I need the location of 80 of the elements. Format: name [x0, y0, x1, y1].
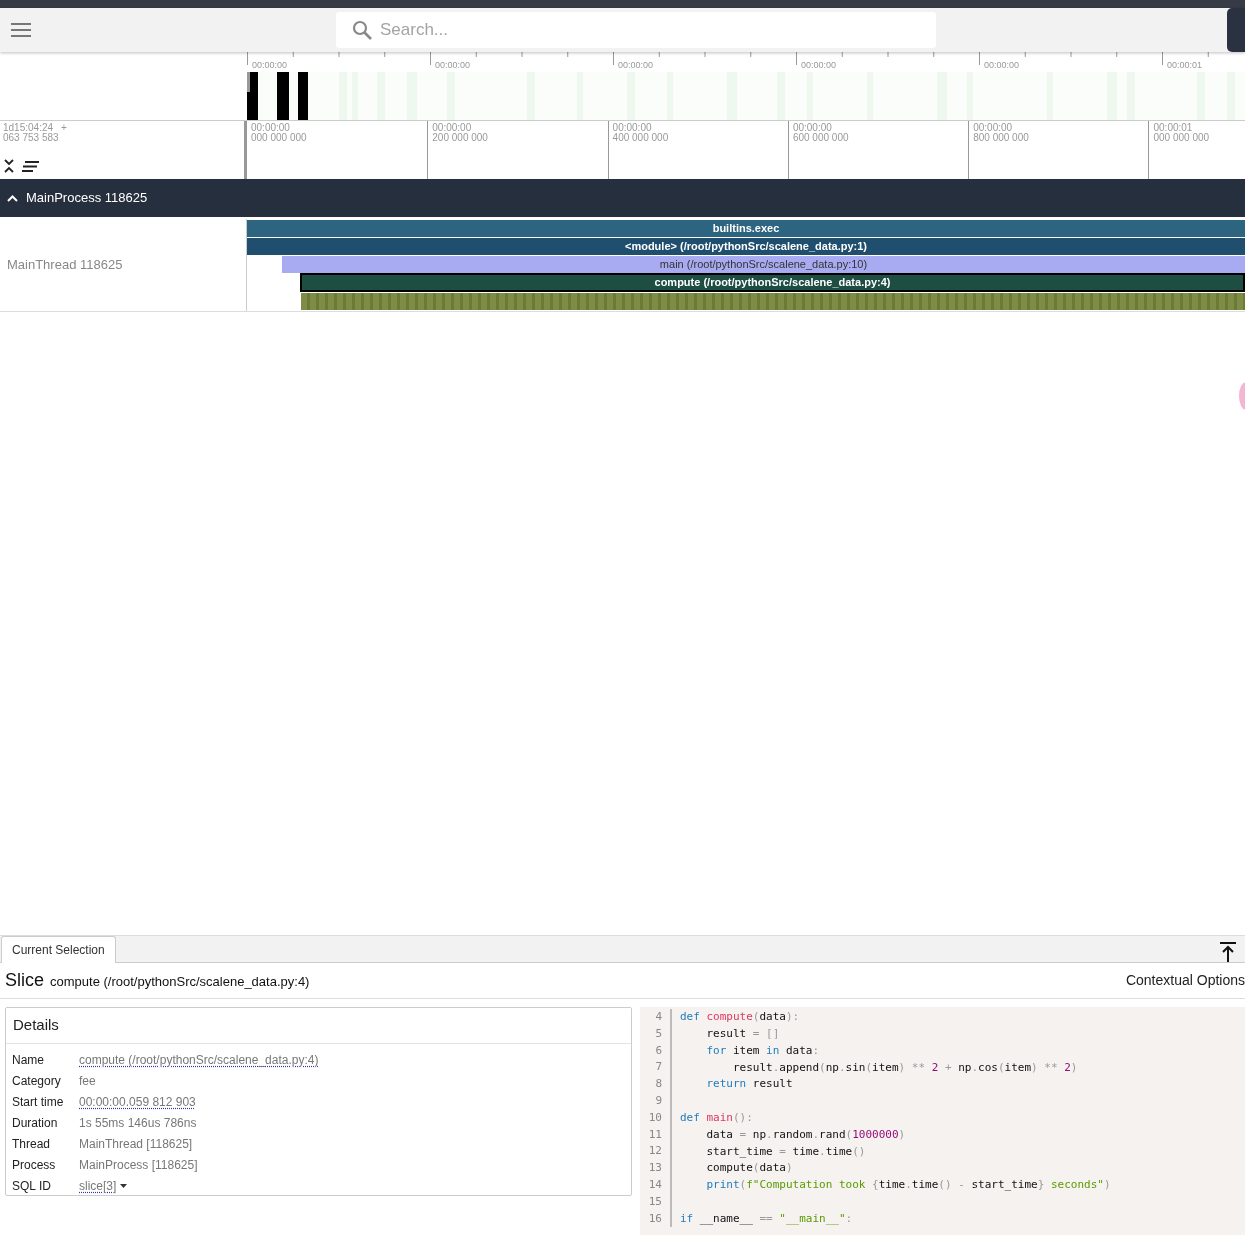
- tick-offset: 800 000 000: [973, 133, 1030, 143]
- menu-link[interactable]: slice[3]: [79, 1177, 117, 1195]
- caret-icon: [120, 1184, 128, 1188]
- value-link[interactable]: compute (/root/pythonSrc/scalene_data.py:4): [79, 1051, 319, 1069]
- code-line: print(f"Computation took {time.time() - start_time} seconds"): [705, 1177, 1111, 1194]
- code-line: for item in data:: [705, 1042, 820, 1059]
- process-name: MainProcess 118625: [26, 189, 148, 208]
- flame-slice[interactable]: builtins.exec: [247, 220, 1245, 237]
- code-line: return result: [705, 1076, 793, 1093]
- tick-time: 00:00:00: [612, 123, 653, 133]
- panel-toggle-button[interactable]: [1227, 8, 1245, 52]
- search-field[interactable]: Search...: [336, 12, 936, 48]
- tick-offset: 400 000 000: [612, 133, 670, 143]
- menu-icon[interactable]: [11, 23, 31, 37]
- field-label: SQL ID: [12, 1178, 52, 1195]
- tick-label: 00:00:00: [801, 61, 837, 70]
- line-number: 4: [640, 1009, 672, 1026]
- line-number: 9: [640, 1093, 672, 1110]
- contextual-options-link[interactable]: Contextual Options: [1125, 970, 1245, 991]
- code-line: result.append(np.sin(item) ** 2 + np.cos(item) ** 2): [731, 1059, 1078, 1076]
- move-to-top-icon[interactable]: [1219, 939, 1237, 959]
- panel-subtitle: compute (/root/pythonSrc/scalene_data.py:4): [50, 973, 310, 991]
- tick-offset: 600 000 000: [792, 133, 850, 143]
- tick-label: 00:00:00: [435, 61, 471, 70]
- tick-time: 00:00:00: [973, 123, 1014, 133]
- lines-icon[interactable]: [22, 160, 39, 172]
- field-label: Category: [12, 1073, 62, 1090]
- origin-time: 1d15:04:24: [3, 123, 54, 133]
- field-label: Thread: [12, 1136, 52, 1153]
- code-line: def compute(data):: [679, 1009, 800, 1026]
- flame-slice[interactable]: <module> (/root/pythonSrc/scalene_data.py:1): [247, 238, 1245, 255]
- field-value: fee: [79, 1073, 96, 1090]
- field-label: Process: [12, 1157, 57, 1174]
- code-line: if __name__ == "__main__":: [679, 1210, 853, 1227]
- process-header[interactable]: MainProcess 118625: [0, 179, 1245, 219]
- collapse-expand-icon[interactable]: [4, 159, 14, 173]
- value-link[interactable]: 00:00:00.059 812 903: [79, 1093, 196, 1111]
- search-icon: [352, 20, 372, 40]
- thread-name: MainThread 118625: [7, 256, 123, 275]
- code-line: data = np.random.rand(1000000): [705, 1126, 906, 1143]
- panel-tab[interactable]: Current Selection: [1, 936, 116, 963]
- tick-offset: 000 000 000: [251, 133, 308, 143]
- line-number: 15: [640, 1193, 672, 1211]
- code-line: start_time = time.time(): [705, 1143, 866, 1160]
- flame-slice[interactable]: compute (/root/pythonSrc/scalene_data.py:4): [300, 273, 1245, 292]
- field-value: MainProcess [118625]: [79, 1157, 198, 1174]
- card-heading: Details: [6, 1008, 631, 1044]
- tick-label: 00:00:01: [1167, 61, 1203, 70]
- line-number: 8: [640, 1076, 672, 1093]
- line-number: 7: [640, 1059, 672, 1077]
- tick-label: 00:00:00: [618, 61, 654, 70]
- plus-sign: +: [61, 123, 67, 133]
- tick-time: 00:00:01: [1153, 123, 1194, 133]
- code-line: def main():: [679, 1109, 753, 1126]
- field-label: Duration: [12, 1115, 59, 1132]
- tick-time: 00:00:00: [432, 123, 473, 133]
- line-number: 11: [640, 1126, 672, 1144]
- line-number: 5: [640, 1025, 672, 1043]
- flame-slice[interactable]: main (/root/pythonSrc/scalene_data.py:10): [282, 256, 1245, 273]
- line-number: 14: [640, 1176, 672, 1194]
- field-value: 1s 55ms 146us 786ns: [79, 1115, 197, 1132]
- tick-label: 00:00:00: [984, 61, 1020, 70]
- line-number: 16: [640, 1210, 672, 1228]
- tick-offset: 000 000 000: [1153, 133, 1211, 143]
- line-number: 6: [640, 1042, 672, 1060]
- range-handle[interactable]: [247, 72, 250, 92]
- code-line: compute(data): [705, 1160, 793, 1177]
- field-value: MainThread [118625]: [79, 1136, 193, 1153]
- code-line: result = []: [705, 1025, 780, 1042]
- panel-title: Slice: [5, 969, 44, 992]
- field-label: Start time: [12, 1094, 65, 1111]
- tick-time: 00:00:00: [792, 123, 833, 133]
- line-number: 10: [640, 1109, 672, 1127]
- tick-offset: 200 000 000: [432, 133, 489, 143]
- tick-label: 00:00:00: [252, 61, 288, 70]
- tick-time: 00:00:00: [251, 123, 291, 133]
- line-number: 13: [640, 1160, 672, 1177]
- line-number: 12: [640, 1143, 672, 1161]
- field-label: Name: [12, 1052, 45, 1069]
- origin-offset: 063 753 583: [3, 132, 59, 143]
